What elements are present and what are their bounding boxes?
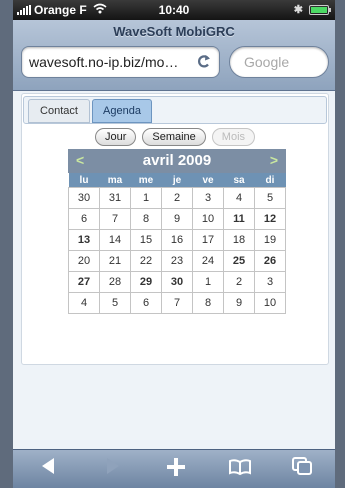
day-cell[interactable]: 21 bbox=[99, 250, 131, 272]
day-cell[interactable]: 10 bbox=[254, 292, 286, 314]
day-cell[interactable]: 17 bbox=[192, 229, 224, 251]
day-cell[interactable]: 2 bbox=[161, 187, 193, 209]
weekday-row: lu ma me je ve sa di bbox=[68, 173, 286, 188]
back-icon[interactable] bbox=[33, 456, 63, 482]
day-cell[interactable]: 19 bbox=[254, 229, 286, 251]
calendar-grid: lu ma me je ve sa di 30 31 1 2 3 4 5 6 7… bbox=[68, 173, 286, 314]
phone-screen: Orange F 10:40 ✱ WaveSoft MobiGRC waveso… bbox=[13, 0, 335, 488]
day-cell[interactable]: 9 bbox=[223, 292, 255, 314]
bookmarks-icon[interactable] bbox=[225, 456, 255, 482]
week-row: 6 7 8 9 10 11 12 bbox=[68, 208, 286, 230]
week-view-button[interactable]: Semaine bbox=[142, 128, 206, 146]
day-cell[interactable]: 29 bbox=[130, 271, 162, 293]
bluetooth-icon: ✱ bbox=[293, 4, 303, 16]
pages-icon[interactable] bbox=[287, 456, 317, 482]
search-field[interactable] bbox=[229, 46, 329, 78]
day-cell[interactable]: 30 bbox=[161, 271, 193, 293]
tab-contact[interactable]: Contact bbox=[28, 99, 90, 123]
day-cell[interactable]: 3 bbox=[254, 271, 286, 293]
day-cell[interactable]: 7 bbox=[99, 208, 131, 230]
day-cell[interactable]: 11 bbox=[223, 208, 255, 230]
page-title: WaveSoft MobiGRC bbox=[113, 24, 235, 39]
day-cell[interactable]: 7 bbox=[161, 292, 193, 314]
day-cell[interactable]: 4 bbox=[223, 187, 255, 209]
day-cell[interactable]: 30 bbox=[68, 187, 100, 209]
week-row: 30 31 1 2 3 4 5 bbox=[68, 187, 286, 209]
forward-icon bbox=[98, 456, 128, 482]
weekday-label: di bbox=[254, 173, 286, 188]
week-row: 13 14 15 16 17 18 19 bbox=[68, 229, 286, 251]
day-cell[interactable]: 8 bbox=[130, 208, 162, 230]
month-label: avril 2009 bbox=[142, 152, 212, 169]
search-input[interactable] bbox=[242, 53, 326, 71]
weekday-label: ma bbox=[99, 173, 131, 188]
day-cell[interactable]: 15 bbox=[130, 229, 162, 251]
day-cell[interactable]: 6 bbox=[68, 208, 100, 230]
day-cell[interactable]: 5 bbox=[254, 187, 286, 209]
day-cell[interactable]: 16 bbox=[161, 229, 193, 251]
day-cell[interactable]: 8 bbox=[192, 292, 224, 314]
day-cell[interactable]: 2 bbox=[223, 271, 255, 293]
week-row: 4 5 6 7 8 9 10 bbox=[68, 292, 286, 314]
day-cell[interactable]: 26 bbox=[254, 250, 286, 272]
day-cell[interactable]: 4 bbox=[68, 292, 100, 314]
weekday-label: lu bbox=[68, 173, 100, 188]
day-cell[interactable]: 25 bbox=[223, 250, 255, 272]
browser-toolbar bbox=[13, 449, 335, 488]
day-cell[interactable]: 22 bbox=[130, 250, 162, 272]
day-cell[interactable]: 10 bbox=[192, 208, 224, 230]
url-text[interactable]: wavesoft.no-ip.biz/mo… bbox=[29, 54, 194, 70]
battery-icon bbox=[309, 4, 331, 15]
next-month-button[interactable]: > bbox=[270, 152, 278, 168]
weekday-label: me bbox=[130, 173, 162, 188]
day-cell[interactable]: 1 bbox=[130, 187, 162, 209]
calendar: < avril 2009 > lu ma me je ve sa di 30 3… bbox=[68, 149, 286, 314]
calendar-header: < avril 2009 > bbox=[68, 149, 286, 173]
day-cell[interactable]: 13 bbox=[68, 229, 100, 251]
tab-agenda[interactable]: Agenda bbox=[92, 99, 152, 123]
reload-icon[interactable] bbox=[196, 52, 212, 75]
day-cell[interactable]: 6 bbox=[130, 292, 162, 314]
page-content: Contact Agenda Jour Semaine Mois < avril… bbox=[13, 91, 335, 449]
day-cell[interactable]: 23 bbox=[161, 250, 193, 272]
clock: 10:40 bbox=[158, 3, 190, 17]
tab-bar: Contact Agenda bbox=[23, 96, 327, 124]
week-row: 27 28 29 30 1 2 3 bbox=[68, 271, 286, 293]
browser-header: WaveSoft MobiGRC wavesoft.no-ip.biz/mo… bbox=[13, 20, 335, 91]
weekday-label: ve bbox=[192, 173, 224, 188]
weekday-label: sa bbox=[223, 173, 255, 188]
day-cell[interactable]: 14 bbox=[99, 229, 131, 251]
day-cell[interactable]: 31 bbox=[99, 187, 131, 209]
day-cell[interactable]: 28 bbox=[99, 271, 131, 293]
day-cell[interactable]: 3 bbox=[192, 187, 224, 209]
weekday-label: je bbox=[161, 173, 193, 188]
day-cell[interactable]: 12 bbox=[254, 208, 286, 230]
month-view-button: Mois bbox=[211, 128, 256, 146]
url-field[interactable]: wavesoft.no-ip.biz/mo… bbox=[21, 46, 220, 78]
day-cell[interactable]: 5 bbox=[99, 292, 131, 314]
app-panel: Contact Agenda Jour Semaine Mois < avril… bbox=[21, 93, 329, 365]
day-cell[interactable]: 9 bbox=[161, 208, 193, 230]
day-cell[interactable]: 20 bbox=[68, 250, 100, 272]
add-icon[interactable] bbox=[161, 456, 191, 482]
week-row: 20 21 22 23 24 25 26 bbox=[68, 250, 286, 272]
view-switcher: Jour Semaine Mois bbox=[22, 128, 328, 146]
day-view-button[interactable]: Jour bbox=[94, 128, 137, 146]
day-cell[interactable]: 27 bbox=[68, 271, 100, 293]
day-cell[interactable]: 1 bbox=[192, 271, 224, 293]
day-cell[interactable]: 18 bbox=[223, 229, 255, 251]
today-cell[interactable]: 24 bbox=[192, 250, 224, 272]
status-bar: Orange F 10:40 ✱ bbox=[13, 0, 335, 20]
